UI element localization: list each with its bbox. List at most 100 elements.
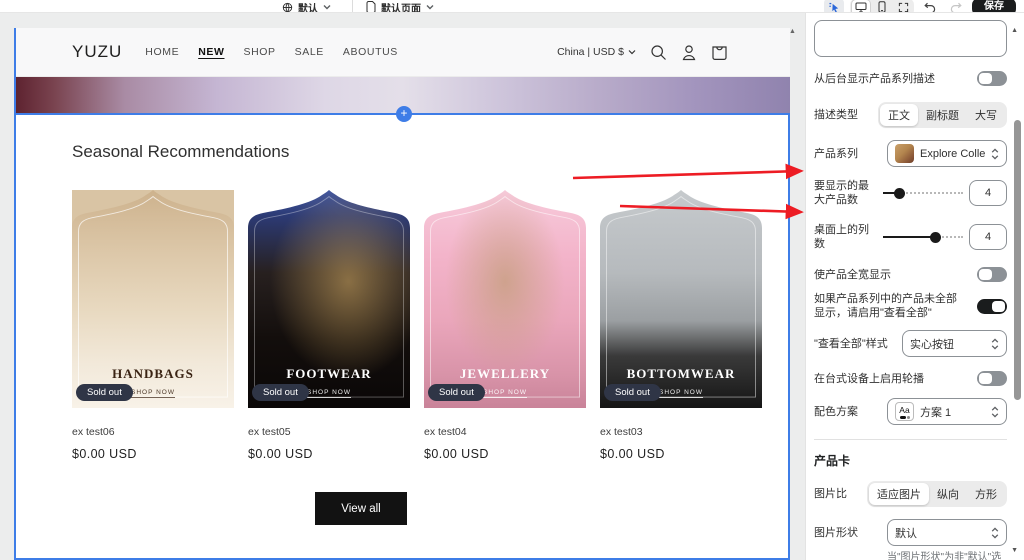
- product-price: $0.00 USD: [72, 447, 137, 461]
- fullscreen-view-button[interactable]: [893, 0, 913, 13]
- collection-value: Explore Collec...: [920, 147, 985, 160]
- panel-scrollbar-up-arrow[interactable]: ▲: [1011, 27, 1018, 34]
- desktop-icon: [855, 2, 867, 12]
- mobile-view-button[interactable]: [872, 0, 892, 12]
- chevron-down-icon: [426, 4, 434, 10]
- setting-label: 桌面上的列数: [814, 224, 869, 250]
- setting-label: 描述类型: [814, 109, 858, 121]
- image-shape-select[interactable]: 默认: [887, 519, 1007, 546]
- image-shape-help-text: 当"图片形状"为非"默认"选项时，标准样式的卡没有边框。: [887, 552, 1002, 560]
- setting-row-full-width: 使产品全宽显示: [814, 267, 1007, 282]
- product-price: $0.00 USD: [600, 447, 665, 461]
- enable-view-all-toggle[interactable]: [977, 298, 1007, 314]
- product-card[interactable]: HANDBAGS SHOP NOW Sold out ex test06 $0.…: [72, 190, 234, 461]
- columns-desktop-value[interactable]: 4: [969, 224, 1007, 250]
- category-title: BOTTOMWEAR: [626, 366, 736, 381]
- product-title[interactable]: ex test05: [248, 426, 410, 438]
- page-selector[interactable]: 默认页面: [366, 0, 434, 12]
- segment-option-adapt[interactable]: 适应图片: [869, 483, 929, 505]
- view-all-button[interactable]: View all: [315, 492, 407, 525]
- select-stepper-icon: [991, 147, 999, 160]
- setting-label: "查看全部"样式: [814, 337, 888, 350]
- product-price: $0.00 USD: [248, 447, 313, 461]
- setting-label: 图片形状: [814, 526, 858, 539]
- nav-item-aboutus[interactable]: ABOUTUS: [343, 46, 398, 58]
- account-icon[interactable]: [681, 44, 697, 61]
- cart-icon[interactable]: [711, 44, 728, 61]
- theme-style-selector[interactable]: 默认: [282, 0, 331, 12]
- sold-out-badge: Sold out: [428, 384, 485, 401]
- setting-label: 配色方案: [814, 405, 858, 418]
- category-title: FOOTWEAR: [286, 366, 372, 381]
- theme-preview-area: YUZU HOME NEW SHOP SALE ABOUTUS China | …: [0, 13, 805, 560]
- setting-row-color-scheme: 配色方案 Aa 方案 1: [814, 398, 1007, 425]
- product-card[interactable]: BOTTOMWEAR SHOP NOW Sold out ex test03 $…: [600, 190, 762, 461]
- nav-item-sale[interactable]: SALE: [295, 46, 324, 58]
- select-stepper-icon: [991, 337, 999, 350]
- locale-currency-selector[interactable]: China | USD $: [557, 46, 636, 58]
- product-card[interactable]: JEWELLERY SHOP NOW Sold out ex test04 $0…: [424, 190, 586, 461]
- heading-text-input[interactable]: [814, 20, 1007, 57]
- store-logo[interactable]: YUZU: [72, 42, 122, 62]
- fullscreen-icon: [898, 2, 909, 13]
- segment-option-portrait[interactable]: 纵向: [929, 483, 967, 505]
- view-all-style-value: 实心按钮: [910, 338, 954, 351]
- color-scheme-select[interactable]: Aa 方案 1: [887, 398, 1007, 425]
- image-shape-value: 默认: [895, 527, 917, 540]
- nav-item-shop[interactable]: SHOP: [243, 46, 275, 58]
- carousel-toggle[interactable]: [977, 371, 1007, 386]
- segment-option-uppercase[interactable]: 大写: [967, 104, 1005, 126]
- segment-option-square[interactable]: 方形: [967, 483, 1005, 505]
- product-image-bottomwear[interactable]: BOTTOMWEAR SHOP NOW Sold out: [600, 190, 762, 408]
- segment-option-subtitle[interactable]: 副标题: [918, 104, 967, 126]
- product-card-heading: 产品卡: [814, 454, 851, 468]
- category-title: JEWELLERY: [459, 366, 551, 381]
- panel-divider: [814, 439, 1007, 440]
- section-heading: Seasonal Recommendations: [72, 142, 290, 161]
- collection-description-toggle[interactable]: [977, 71, 1007, 86]
- view-all-style-select[interactable]: 实心按钮: [902, 330, 1007, 357]
- max-products-slider[interactable]: [882, 187, 963, 200]
- setting-row-max-products: 要显示的最大产品数 4: [814, 179, 1007, 207]
- storefront-canvas: YUZU HOME NEW SHOP SALE ABOUTUS China | …: [14, 28, 790, 560]
- product-price: $0.00 USD: [424, 447, 489, 461]
- panel-scrollbar-down-arrow[interactable]: ▼: [1011, 547, 1018, 554]
- redo-icon: [950, 2, 962, 12]
- product-title[interactable]: ex test04: [424, 426, 586, 438]
- editor-toolbar: 默认 默认页面 保存: [0, 0, 1024, 13]
- product-card[interactable]: FOOTWEAR SHOP NOW Sold out ex test05 $0.…: [248, 190, 410, 461]
- max-products-value[interactable]: 4: [969, 180, 1007, 206]
- sold-out-badge: Sold out: [76, 384, 133, 401]
- nav-item-home[interactable]: HOME: [145, 46, 179, 58]
- featured-collection-section[interactable]: + Seasonal Recommendations HANDBAGS SHOP…: [14, 106, 790, 560]
- setting-label: 如果产品系列中的产品未全部显示，请启用"查看全部": [814, 293, 957, 319]
- panel-scrollbar-thumb[interactable]: [1014, 120, 1021, 400]
- preview-scrollbar-up-arrow[interactable]: ▲: [789, 28, 796, 35]
- product-title[interactable]: ex test03: [600, 426, 762, 438]
- collection-select[interactable]: Explore Collec...: [887, 140, 1007, 167]
- inspector-tool-button[interactable]: [824, 0, 844, 12]
- setting-row-collection: 产品系列 Explore Collec...: [814, 140, 1007, 167]
- setting-row-enable-view-all: 如果产品系列中的产品未全部显示，请启用"查看全部": [814, 292, 1007, 320]
- save-button[interactable]: 保存: [972, 0, 1016, 12]
- full-width-toggle[interactable]: [977, 267, 1007, 282]
- device-preview-switcher: [850, 0, 914, 13]
- segment-option-body[interactable]: 正文: [880, 104, 918, 126]
- redo-button[interactable]: [946, 0, 966, 12]
- product-image-handbags[interactable]: HANDBAGS SHOP NOW Sold out: [72, 190, 234, 408]
- locale-label: China | USD $: [557, 46, 624, 58]
- desktop-view-button[interactable]: [851, 0, 871, 12]
- sold-out-badge: Sold out: [604, 384, 661, 401]
- product-title[interactable]: ex test06: [72, 426, 234, 438]
- setting-row-carousel: 在台式设备上启用轮播: [814, 371, 1007, 386]
- search-icon[interactable]: [650, 44, 667, 61]
- setting-label: 使产品全宽显示: [814, 268, 891, 281]
- setting-row-image-shape: 图片形状 默认: [814, 519, 1007, 546]
- undo-button[interactable]: [920, 0, 940, 12]
- product-image-footwear[interactable]: FOOTWEAR SHOP NOW Sold out: [248, 190, 410, 408]
- add-section-button[interactable]: +: [396, 106, 412, 122]
- product-image-jewellery[interactable]: JEWELLERY SHOP NOW Sold out: [424, 190, 586, 408]
- setting-label: 产品系列: [814, 147, 858, 160]
- columns-desktop-slider[interactable]: [882, 231, 963, 244]
- nav-item-new[interactable]: NEW: [198, 46, 224, 58]
